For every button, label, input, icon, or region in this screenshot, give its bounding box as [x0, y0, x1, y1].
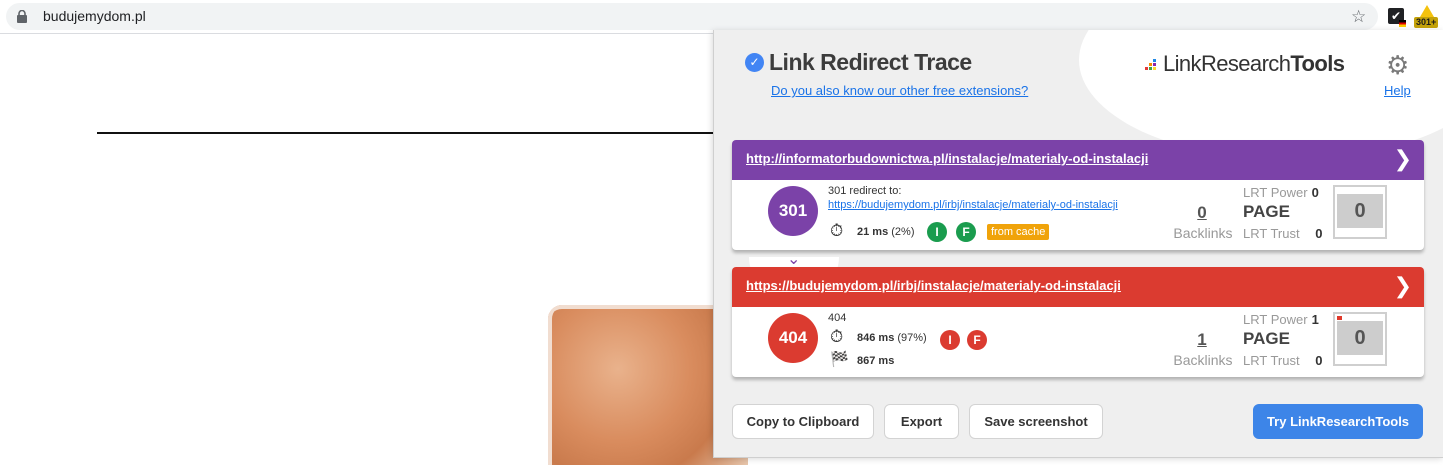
- lrt-power: LRT Power 0: [1243, 185, 1319, 200]
- page-label: PAGE: [1243, 202, 1290, 221]
- check-circle-icon: ✓: [745, 53, 764, 72]
- lrt-power-value: 0: [1311, 185, 1319, 200]
- backlinks-label: Backlinks: [1173, 225, 1233, 241]
- redirect-card-1: http://informatorbudownictwa.pl/instalac…: [732, 140, 1424, 250]
- gear-icon[interactable]: ⚙: [1386, 52, 1409, 78]
- indexable-pill[interactable]: I: [940, 330, 960, 350]
- lrt-power-label: LRT Power: [1243, 185, 1308, 200]
- follow-pill[interactable]: F: [956, 222, 976, 242]
- lrt-trust-value: 0: [1315, 226, 1323, 241]
- lrt-trust: LRT Trust 0: [1243, 353, 1322, 368]
- chevron-right-icon[interactable]: ❯: [1394, 273, 1412, 299]
- total-time: 867 ms: [857, 355, 894, 367]
- browser-toolbar: budujemydom.pl ☆ ✔ 301+: [0, 0, 1443, 34]
- address-url[interactable]: budujemydom.pl: [43, 8, 146, 24]
- popup-title: Link Redirect Trace: [769, 49, 972, 75]
- backlinks-count[interactable]: 0: [1172, 203, 1232, 223]
- card-url-link[interactable]: http://informatorbudownictwa.pl/instalac…: [746, 151, 1148, 166]
- lrt-power-label: LRT Power: [1243, 312, 1308, 327]
- checkered-flag-icon: 🏁: [830, 351, 849, 368]
- copy-to-clipboard-button[interactable]: Copy to Clipboard: [732, 404, 874, 439]
- follow-pill[interactable]: F: [967, 330, 987, 350]
- lrt-logo-word-1: Link: [1163, 51, 1202, 76]
- lrt-score: 0: [1337, 194, 1383, 228]
- lrt-logo-dots-icon: [1145, 59, 1161, 71]
- page-divider: [97, 132, 717, 134]
- lrt-score-box: 0: [1333, 185, 1387, 239]
- stopwatch-icon: ⏱: [830, 221, 844, 240]
- lrt-score: 0: [1337, 321, 1383, 355]
- extension-badge: 301+: [1414, 17, 1439, 28]
- total-time-value: 867 ms: [857, 355, 895, 367]
- status-description: 404: [828, 312, 847, 324]
- lrt-trust-label: LRT Trust: [1243, 226, 1300, 241]
- extension-check-icon[interactable]: ✔: [1388, 8, 1406, 27]
- redirect-card-2: https://budujemydom.pl/irbj/instalacje/m…: [732, 267, 1424, 377]
- status-code-badge: 404: [768, 313, 818, 363]
- from-cache-badge: from cache: [987, 224, 1050, 240]
- redirect-description: 301 redirect to:: [828, 185, 902, 197]
- lrt-power-value: 1: [1311, 312, 1319, 327]
- response-time-percent: (2%): [891, 226, 915, 238]
- indexable-pill[interactable]: I: [927, 222, 947, 242]
- redirect-trace-popup: ✓ Link Redirect Trace Do you also know o…: [713, 30, 1443, 458]
- lock-icon: [17, 10, 27, 23]
- chevron-down-icon[interactable]: ⌄: [787, 249, 800, 269]
- response-time-value: 846 ms: [857, 332, 895, 344]
- page-label: PAGE: [1243, 329, 1290, 348]
- address-bar[interactable]: budujemydom.pl ☆: [6, 3, 1378, 30]
- card-header[interactable]: https://budujemydom.pl/irbj/instalacje/m…: [732, 267, 1424, 307]
- lrt-logo[interactable]: LinkResearchTools: [1145, 51, 1345, 77]
- redirect-target-link[interactable]: https://budujemydom.pl/irbj/instalacje/m…: [828, 199, 1118, 211]
- lrt-power-bar: [1337, 316, 1342, 320]
- backlinks-label: Backlinks: [1173, 352, 1233, 368]
- chevron-right-icon[interactable]: ❯: [1394, 146, 1412, 172]
- warning-icon: [1420, 5, 1434, 17]
- lrt-logo-word-2: Research: [1200, 51, 1291, 76]
- lrt-score-box: 0: [1333, 312, 1387, 366]
- response-time: 21 ms (2%): [857, 226, 915, 238]
- lrt-logo-word-3: Tools: [1290, 51, 1345, 76]
- lrt-trust-label: LRT Trust: [1243, 353, 1300, 368]
- lrt-trust: LRT Trust 0: [1243, 226, 1322, 241]
- response-time-value: 21 ms: [857, 226, 889, 238]
- card-header[interactable]: http://informatorbudownictwa.pl/instalac…: [732, 140, 1424, 180]
- lrt-power: LRT Power 1: [1243, 312, 1319, 327]
- backlinks-count[interactable]: 1: [1172, 330, 1232, 350]
- stopwatch-icon: ⏱: [830, 327, 844, 346]
- response-time-percent: (97%): [897, 332, 927, 344]
- help-link[interactable]: Help: [1384, 83, 1411, 98]
- other-extensions-link[interactable]: Do you also know our other free extensio…: [771, 83, 1028, 98]
- try-linkresearchtools-button[interactable]: Try LinkResearchTools: [1253, 404, 1423, 439]
- status-code-badge: 301: [768, 186, 818, 236]
- bookmark-star-icon[interactable]: ☆: [1351, 8, 1366, 25]
- card-url-link[interactable]: https://budujemydom.pl/irbj/instalacje/m…: [746, 278, 1121, 293]
- save-screenshot-button[interactable]: Save screenshot: [969, 404, 1103, 439]
- link-redirect-trace-extension-icon[interactable]: 301+: [1414, 5, 1440, 31]
- lrt-trust-value: 0: [1315, 353, 1323, 368]
- response-time: 846 ms (97%): [857, 332, 927, 344]
- export-button[interactable]: Export: [884, 404, 959, 439]
